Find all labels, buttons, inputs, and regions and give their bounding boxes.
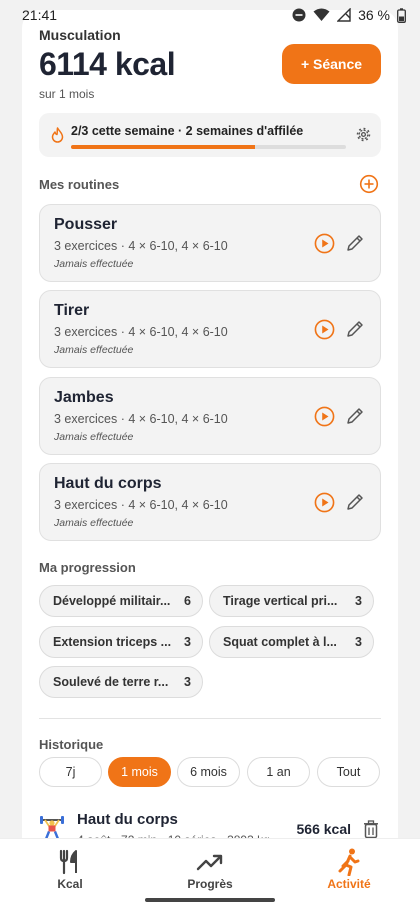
routine-card[interactable]: Pousser 3 exercices · 4 × 6-10, 4 × 6-10…	[39, 204, 381, 282]
runner-icon	[338, 848, 360, 876]
wifi-icon	[313, 8, 330, 21]
trend-up-icon	[196, 854, 223, 871]
exercise-name: Soulevé de terre r...	[53, 675, 169, 689]
streak-card: 2/3 cette semaine · 2 semaines d'affilée	[39, 113, 381, 157]
exercise-count: 3	[355, 635, 362, 649]
routine-name: Tirer	[54, 302, 90, 319]
fork-knife-icon	[59, 849, 77, 875]
add-session-button[interactable]: + Séance	[282, 44, 381, 84]
flame-icon	[51, 127, 64, 143]
exercise-name: Développé militair...	[53, 594, 171, 608]
filter-tout[interactable]: Tout	[317, 757, 380, 787]
exercise-count: 3	[184, 675, 191, 689]
nav-item-kcal[interactable]: Kcal	[20, 847, 120, 891]
play-icon[interactable]	[314, 319, 335, 340]
routine-desc: 3 exercices · 4 × 6-10, 4 × 6-10	[54, 412, 228, 426]
pencil-icon[interactable]	[346, 234, 364, 252]
nav-label-activite: Activité	[327, 877, 371, 891]
gesture-bar[interactable]	[145, 898, 275, 902]
history-item-name[interactable]: Haut du corps	[77, 811, 178, 828]
streak-progress-bar	[71, 145, 346, 149]
exercise-count: 6	[184, 594, 191, 608]
progression-chip[interactable]: Tirage vertical pri... 3	[209, 585, 374, 617]
filter-1-mois[interactable]: 1 mois	[108, 757, 171, 787]
exercise-count: 3	[184, 635, 191, 649]
exercise-name: Tirage vertical pri...	[223, 594, 338, 608]
routine-desc: 3 exercices · 4 × 6-10, 4 × 6-10	[54, 325, 228, 339]
exercise-count: 3	[355, 594, 362, 608]
history-title: Historique	[39, 737, 104, 752]
routines-title: Mes routines	[39, 177, 120, 192]
nav-item-progres[interactable]: Progrès	[160, 847, 260, 891]
progression-chip[interactable]: Extension triceps ... 3	[39, 626, 203, 658]
streak-progress-fill	[71, 145, 256, 149]
battery-level: 36 %	[358, 7, 390, 23]
status-bar: 21:41 36 %	[0, 0, 420, 30]
history-item-kcal: 566 kcal	[296, 821, 352, 837]
progression-chip[interactable]: Squat complet à l... 3	[209, 626, 374, 658]
gear-icon[interactable]	[356, 127, 371, 142]
battery-icon	[397, 7, 406, 23]
pencil-icon[interactable]	[346, 320, 364, 338]
routine-card[interactable]: Jambes 3 exercices · 4 × 6-10, 4 × 6-10 …	[39, 377, 381, 455]
nav-item-activite[interactable]: Activité	[299, 847, 399, 891]
trash-icon[interactable]	[363, 820, 379, 839]
period-label: sur 1 mois	[39, 87, 95, 101]
add-routine-icon[interactable]	[359, 174, 379, 194]
filter-1-an[interactable]: 1 an	[247, 757, 310, 787]
progression-chip[interactable]: Développé militair... 6	[39, 585, 203, 617]
routine-status: Jamais effectuée	[54, 344, 134, 356]
do-not-disturb-icon	[292, 8, 306, 22]
nav-label-progres: Progrès	[187, 877, 233, 891]
pencil-icon[interactable]	[346, 407, 364, 425]
routine-name: Jambes	[54, 389, 114, 406]
routine-card[interactable]: Tirer 3 exercices · 4 × 6-10, 4 × 6-10 J…	[39, 290, 381, 368]
routine-status: Jamais effectuée	[54, 258, 134, 270]
play-icon[interactable]	[314, 406, 335, 427]
routine-status: Jamais effectuée	[54, 517, 134, 529]
pencil-icon[interactable]	[346, 493, 364, 511]
signal-icon	[337, 8, 351, 22]
routine-status: Jamais effectuée	[54, 431, 134, 443]
filter-6-mois[interactable]: 6 mois	[177, 757, 240, 787]
routine-name: Haut du corps	[54, 475, 162, 492]
activity-sheet[interactable]: Musculation 6114 kcal sur 1 mois + Séanc…	[22, 10, 398, 910]
streak-text: 2/3 cette semaine · 2 semaines d'affilée	[71, 124, 304, 138]
nav-label-kcal: Kcal	[57, 877, 83, 891]
routine-desc: 3 exercices · 4 × 6-10, 4 × 6-10	[54, 239, 228, 253]
exercise-name: Extension triceps ...	[53, 635, 172, 649]
exercise-name: Squat complet à l...	[223, 635, 337, 649]
filter-7j[interactable]: 7j	[39, 757, 102, 787]
total-kcal: 6114 kcal	[39, 46, 176, 82]
play-icon[interactable]	[314, 492, 335, 513]
routine-card[interactable]: Haut du corps 3 exercices · 4 × 6-10, 4 …	[39, 463, 381, 541]
progression-title: Ma progression	[39, 560, 136, 575]
divider	[39, 718, 381, 719]
status-time: 21:41	[22, 7, 58, 23]
routine-name: Pousser	[54, 216, 118, 233]
routine-desc: 3 exercices · 4 × 6-10, 4 × 6-10	[54, 498, 228, 512]
status-icons: 36 %	[292, 7, 406, 23]
progression-chip[interactable]: Soulevé de terre r... 3	[39, 666, 203, 698]
play-icon[interactable]	[314, 233, 335, 254]
